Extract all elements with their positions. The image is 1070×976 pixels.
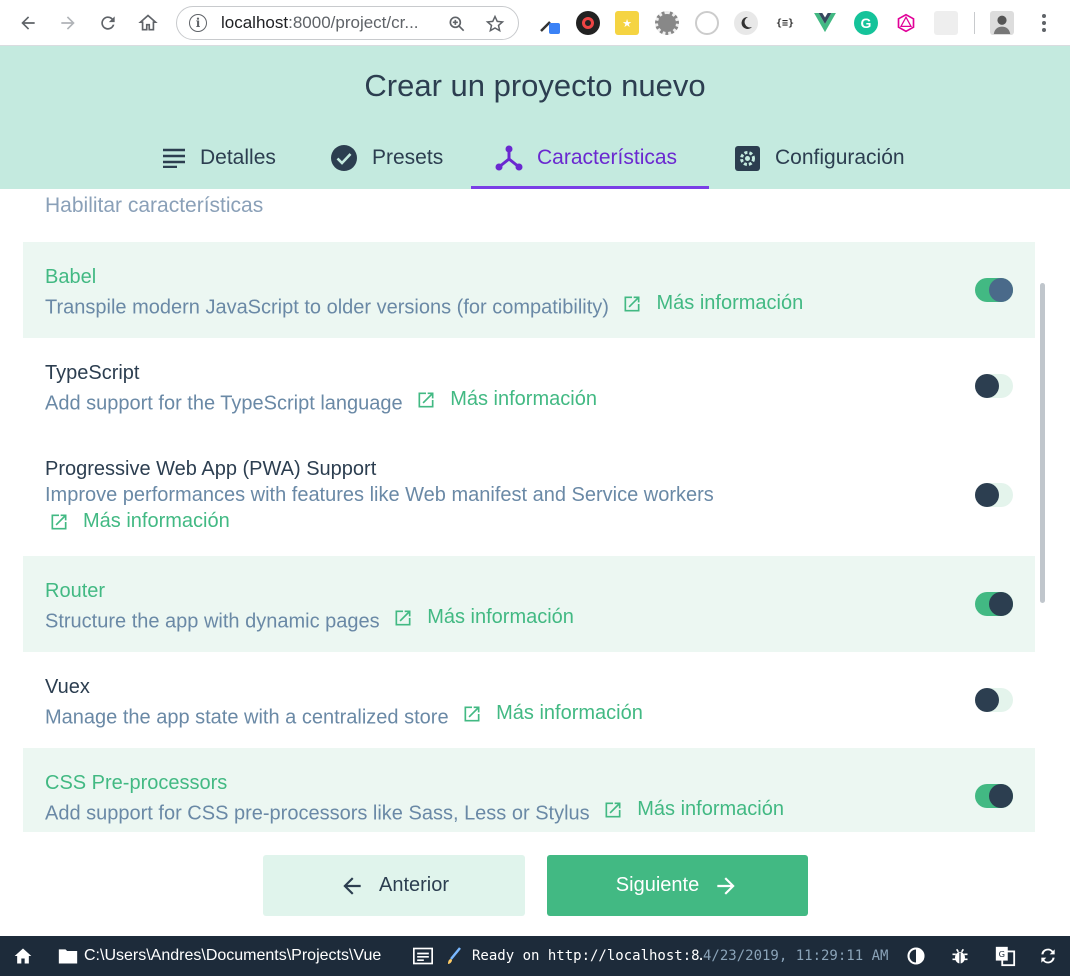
more-info-link[interactable]: Más información: [462, 702, 643, 725]
address-bar[interactable]: i localhost:8000/project/cr...: [176, 6, 519, 40]
status-bar: C:\Users\Andres\Documents\Projects\Vue R…: [0, 936, 1070, 976]
vue-devtools-icon[interactable]: [813, 11, 837, 35]
tab-configuracion[interactable]: Configuración: [734, 128, 905, 188]
external-link-icon: [605, 802, 621, 817]
previous-button[interactable]: Anterior: [263, 855, 525, 916]
folder-icon: [58, 949, 78, 964]
tab-presets[interactable]: Presets: [330, 128, 443, 188]
more-info-link[interactable]: Más información: [622, 292, 803, 315]
arrow-left-icon: [343, 876, 361, 895]
feature-name: Progressive Web App (PWA) Support: [45, 458, 377, 480]
external-link-icon: [51, 514, 67, 529]
folder-path[interactable]: C:\Users\Andres\Documents\Projects\Vue: [58, 936, 381, 976]
typescript-toggle[interactable]: [975, 374, 1013, 398]
section-heading: Habilitar características: [45, 194, 264, 217]
settings-icon: [735, 145, 760, 171]
feature-name: Router: [45, 580, 106, 602]
page-title: Crear un proyecto nuevo: [364, 68, 706, 103]
tab-caracteristicas[interactable]: Características: [495, 128, 677, 188]
brush-icon: [446, 936, 462, 976]
grammarly-icon[interactable]: G: [854, 11, 878, 35]
reload-icon[interactable]: [90, 5, 126, 41]
tab-label: Detalles: [200, 146, 276, 169]
refresh-icon[interactable]: [1038, 936, 1058, 976]
feature-description: Structure the app with dynamic pages Más…: [45, 606, 574, 633]
eyedropper-extension-icon[interactable]: [537, 11, 561, 35]
target-extension-icon[interactable]: [695, 11, 719, 35]
home-icon[interactable]: [130, 5, 166, 41]
color-wheel-extension-icon[interactable]: [576, 11, 600, 35]
list-icon: [163, 148, 185, 168]
blank-extension-icon[interactable]: [934, 11, 958, 35]
feature-pwa[interactable]: Progressive Web App (PWA) Support Improv…: [23, 434, 1035, 556]
external-link-icon: [464, 706, 480, 721]
external-link-icon: [624, 296, 640, 311]
json-extension-icon[interactable]: {≡}: [773, 11, 797, 35]
feature-description: Manage the app state with a centralized …: [45, 702, 643, 729]
features-list[interactable]: Habilitar características Babel Transpil…: [0, 189, 1070, 832]
toolbar-separator: [974, 12, 975, 34]
bug-icon[interactable]: [950, 936, 970, 976]
next-label: Siguiente: [615, 874, 700, 896]
feature-vuex[interactable]: Vuex Manage the app state with a central…: [23, 652, 1035, 748]
feature-description: Transpile modern JavaScript to older ver…: [45, 292, 804, 319]
more-info-link[interactable]: Más información: [603, 798, 784, 821]
graphql-icon[interactable]: [894, 11, 918, 35]
url-text[interactable]: localhost:8000/project/cr...: [221, 13, 446, 33]
server-status: Ready on http://localhost:8…: [472, 948, 702, 964]
feature-name: TypeScript: [45, 362, 140, 384]
next-button[interactable]: Siguiente: [547, 855, 808, 916]
forward-icon[interactable]: [50, 5, 86, 41]
features-icon: [495, 145, 523, 171]
pwa-toggle[interactable]: [975, 483, 1013, 507]
tab-label: Características: [537, 146, 678, 169]
feature-name: Babel: [45, 266, 97, 288]
tab-label: Presets: [372, 146, 444, 169]
external-link-icon: [395, 610, 411, 625]
feature-typescript[interactable]: TypeScript Add support for the TypeScrip…: [23, 338, 1035, 434]
moon-extension-icon[interactable]: [734, 11, 758, 35]
feature-description: Add support for CSS pre-processors like …: [45, 798, 784, 825]
check-circle-icon: [331, 145, 357, 171]
info-icon[interactable]: i: [189, 14, 207, 32]
avatar[interactable]: [990, 11, 1014, 35]
vuex-toggle[interactable]: [975, 688, 1013, 712]
tab-detalles[interactable]: Detalles: [162, 128, 276, 188]
feature-css-preprocessors[interactable]: CSS Pre-processors Add support for CSS p…: [23, 748, 1035, 832]
star-icon[interactable]: [485, 14, 505, 34]
contrast-icon[interactable]: [906, 936, 926, 976]
more-info-link[interactable]: Más información: [49, 510, 230, 533]
menu-icon[interactable]: [1032, 11, 1056, 35]
highlight-extension-icon[interactable]: ★: [615, 11, 639, 35]
wizard-header: Crear un proyecto nuevo Detalles Presets…: [0, 46, 1070, 189]
scrollbar[interactable]: [1040, 283, 1045, 603]
wizard-footer: Anterior Siguiente: [0, 832, 1070, 936]
console-icon[interactable]: [413, 936, 433, 976]
babel-toggle[interactable]: [975, 278, 1013, 302]
home-icon[interactable]: [13, 936, 33, 976]
zoom-icon[interactable]: [447, 14, 467, 34]
more-info-link[interactable]: Más información: [416, 388, 597, 411]
feature-name: Vuex: [45, 676, 90, 698]
feature-name: CSS Pre-processors: [45, 772, 228, 794]
feature-router[interactable]: Router Structure the app with dynamic pa…: [23, 556, 1035, 652]
previous-label: Anterior: [378, 874, 450, 896]
feature-description: Add support for the TypeScript language …: [45, 388, 597, 415]
translate-icon[interactable]: G: [994, 936, 1016, 976]
router-toggle[interactable]: [975, 592, 1013, 616]
css-preprocessors-toggle[interactable]: [975, 784, 1013, 808]
feature-babel[interactable]: Babel Transpile modern JavaScript to old…: [23, 242, 1035, 338]
tab-label: Configuración: [775, 146, 905, 169]
back-icon[interactable]: [10, 5, 46, 41]
external-link-icon: [418, 392, 434, 407]
more-info-link[interactable]: Más información: [393, 606, 574, 629]
browser-toolbar: i localhost:8000/project/cr... ★ {≡} G: [0, 0, 1070, 46]
status-timestamp: 4/23/2019, 11:29:11 AM: [703, 948, 889, 964]
svg-text:G: G: [999, 949, 1005, 959]
arrow-right-icon: [717, 876, 735, 895]
pattern-extension-icon[interactable]: [655, 11, 679, 35]
feature-description: Improve performances with features like …: [45, 484, 714, 506]
